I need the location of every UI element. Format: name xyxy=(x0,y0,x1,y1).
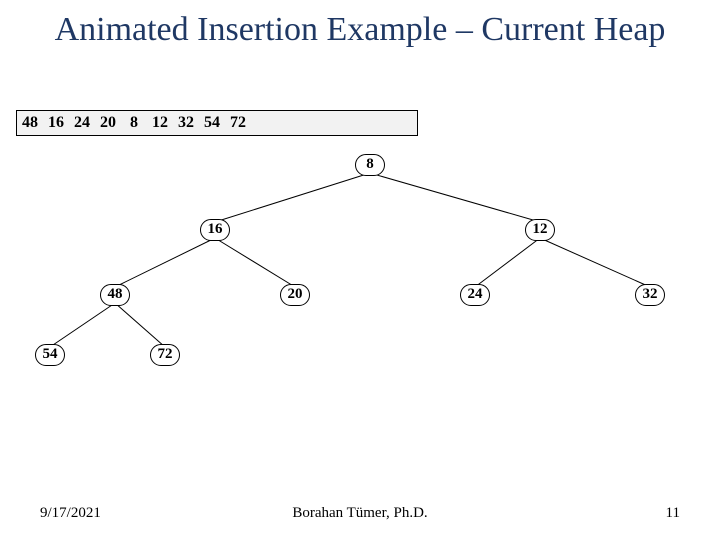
tree-node: 32 xyxy=(635,284,665,306)
tree-node: 12 xyxy=(525,219,555,241)
array-cell: 48 xyxy=(17,114,43,132)
slide-title: Animated Insertion Example – Current Hea… xyxy=(0,10,720,51)
array-cell: 16 xyxy=(43,114,69,132)
array-cell: 8 xyxy=(121,114,147,132)
heap-tree: 8 16 12 48 20 24 32 54 72 xyxy=(0,145,720,405)
array-cell: 12 xyxy=(147,114,173,132)
heap-array: 48162420812325472 xyxy=(16,110,418,136)
array-cell: 72 xyxy=(225,114,251,132)
tree-node: 16 xyxy=(200,219,230,241)
tree-node: 72 xyxy=(150,344,180,366)
footer-page: 11 xyxy=(666,505,680,522)
tree-node: 48 xyxy=(100,284,130,306)
tree-node: 54 xyxy=(35,344,65,366)
tree-node: 24 xyxy=(460,284,490,306)
slide: Animated Insertion Example – Current Hea… xyxy=(0,0,720,540)
tree-edges xyxy=(0,145,720,405)
array-cell: 32 xyxy=(173,114,199,132)
tree-node: 20 xyxy=(280,284,310,306)
array-cell: 20 xyxy=(95,114,121,132)
array-cell: 54 xyxy=(199,114,225,132)
tree-node: 8 xyxy=(355,154,385,176)
footer-author: Borahan Tümer, Ph.D. xyxy=(0,505,720,522)
array-cell: 24 xyxy=(69,114,95,132)
